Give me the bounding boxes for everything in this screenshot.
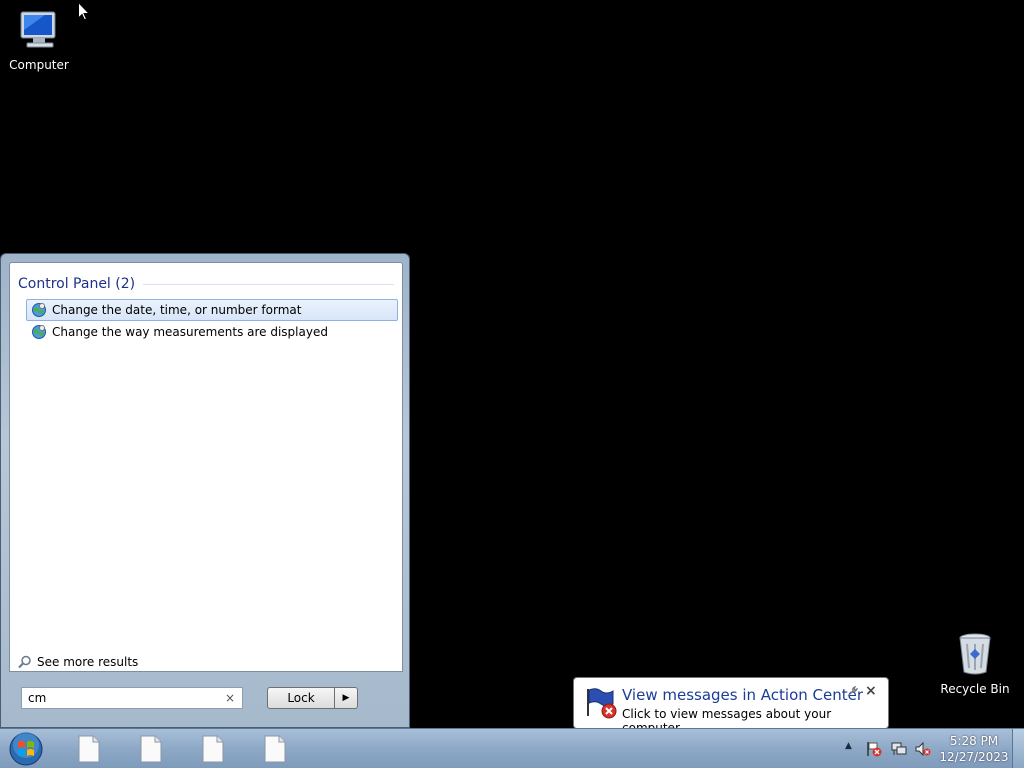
result-label: Change the way measurements are displaye…: [52, 325, 328, 339]
header-divider: [143, 283, 394, 285]
start-search-input[interactable]: cm: [21, 687, 243, 709]
taskbar-document-icon[interactable]: [136, 734, 166, 764]
result-change-measurements[interactable]: Change the way measurements are displaye…: [26, 321, 398, 343]
notification-close-button[interactable]: ×: [865, 683, 877, 699]
taskbar-clock[interactable]: 5:28 PM 12/27/2023: [938, 733, 1010, 765]
region-globe-icon: [31, 302, 47, 318]
desktop-icon-computer[interactable]: Computer: [1, 6, 77, 72]
desktop-icon-label: Recycle Bin: [940, 682, 1010, 696]
result-group-title: Control Panel (2): [18, 276, 136, 292]
desktop-icon-recycle-bin[interactable]: Recycle Bin: [937, 630, 1013, 696]
start-button[interactable]: [7, 731, 45, 767]
clock-time: 5:28 PM: [949, 734, 999, 748]
desktop-icon-label: Computer: [9, 58, 69, 72]
clock-date: 12/27/2023: [939, 750, 1009, 764]
show-hidden-icons-button[interactable]: ▲: [845, 741, 852, 751]
notification-title[interactable]: View messages in Action Center: [622, 686, 863, 704]
taskbar-document-icon[interactable]: [260, 734, 290, 764]
wrench-icon[interactable]: [847, 685, 859, 700]
result-label: Change the date, time, or number format: [52, 303, 302, 317]
see-more-label: See more results: [37, 655, 139, 669]
mouse-cursor-icon: [78, 1, 91, 25]
magnifier-icon: [18, 655, 32, 669]
power-options-arrow-button[interactable]: ▶: [334, 687, 358, 709]
volume-muted-icon[interactable]: [915, 741, 931, 757]
region-globe-icon: [31, 324, 47, 340]
search-results-pane: Control Panel (2) Change the date, time,…: [9, 262, 403, 672]
lock-button[interactable]: Lock: [267, 687, 335, 709]
recycle-bin-icon: [951, 630, 999, 678]
action-center-notification[interactable]: View messages in Action Center Click to …: [573, 677, 889, 735]
taskbar: ▲ 5:28 PM 12/27/2023: [0, 728, 1024, 768]
result-group-header[interactable]: Control Panel (2): [18, 276, 394, 292]
network-icon[interactable]: [891, 741, 907, 757]
start-menu: Control Panel (2) Change the date, time,…: [0, 253, 410, 728]
taskbar-document-icon[interactable]: [198, 734, 228, 764]
result-change-date-format[interactable]: Change the date, time, or number format: [26, 299, 398, 321]
see-more-results-link[interactable]: See more results: [18, 655, 138, 669]
show-desktop-button[interactable]: [1012, 729, 1024, 768]
computer-icon: [15, 6, 63, 54]
taskbar-document-icon[interactable]: [74, 734, 104, 764]
clear-search-icon[interactable]: ×: [225, 691, 235, 705]
action-center-tray-icon[interactable]: [866, 741, 882, 757]
action-center-flag-icon: [584, 686, 618, 720]
